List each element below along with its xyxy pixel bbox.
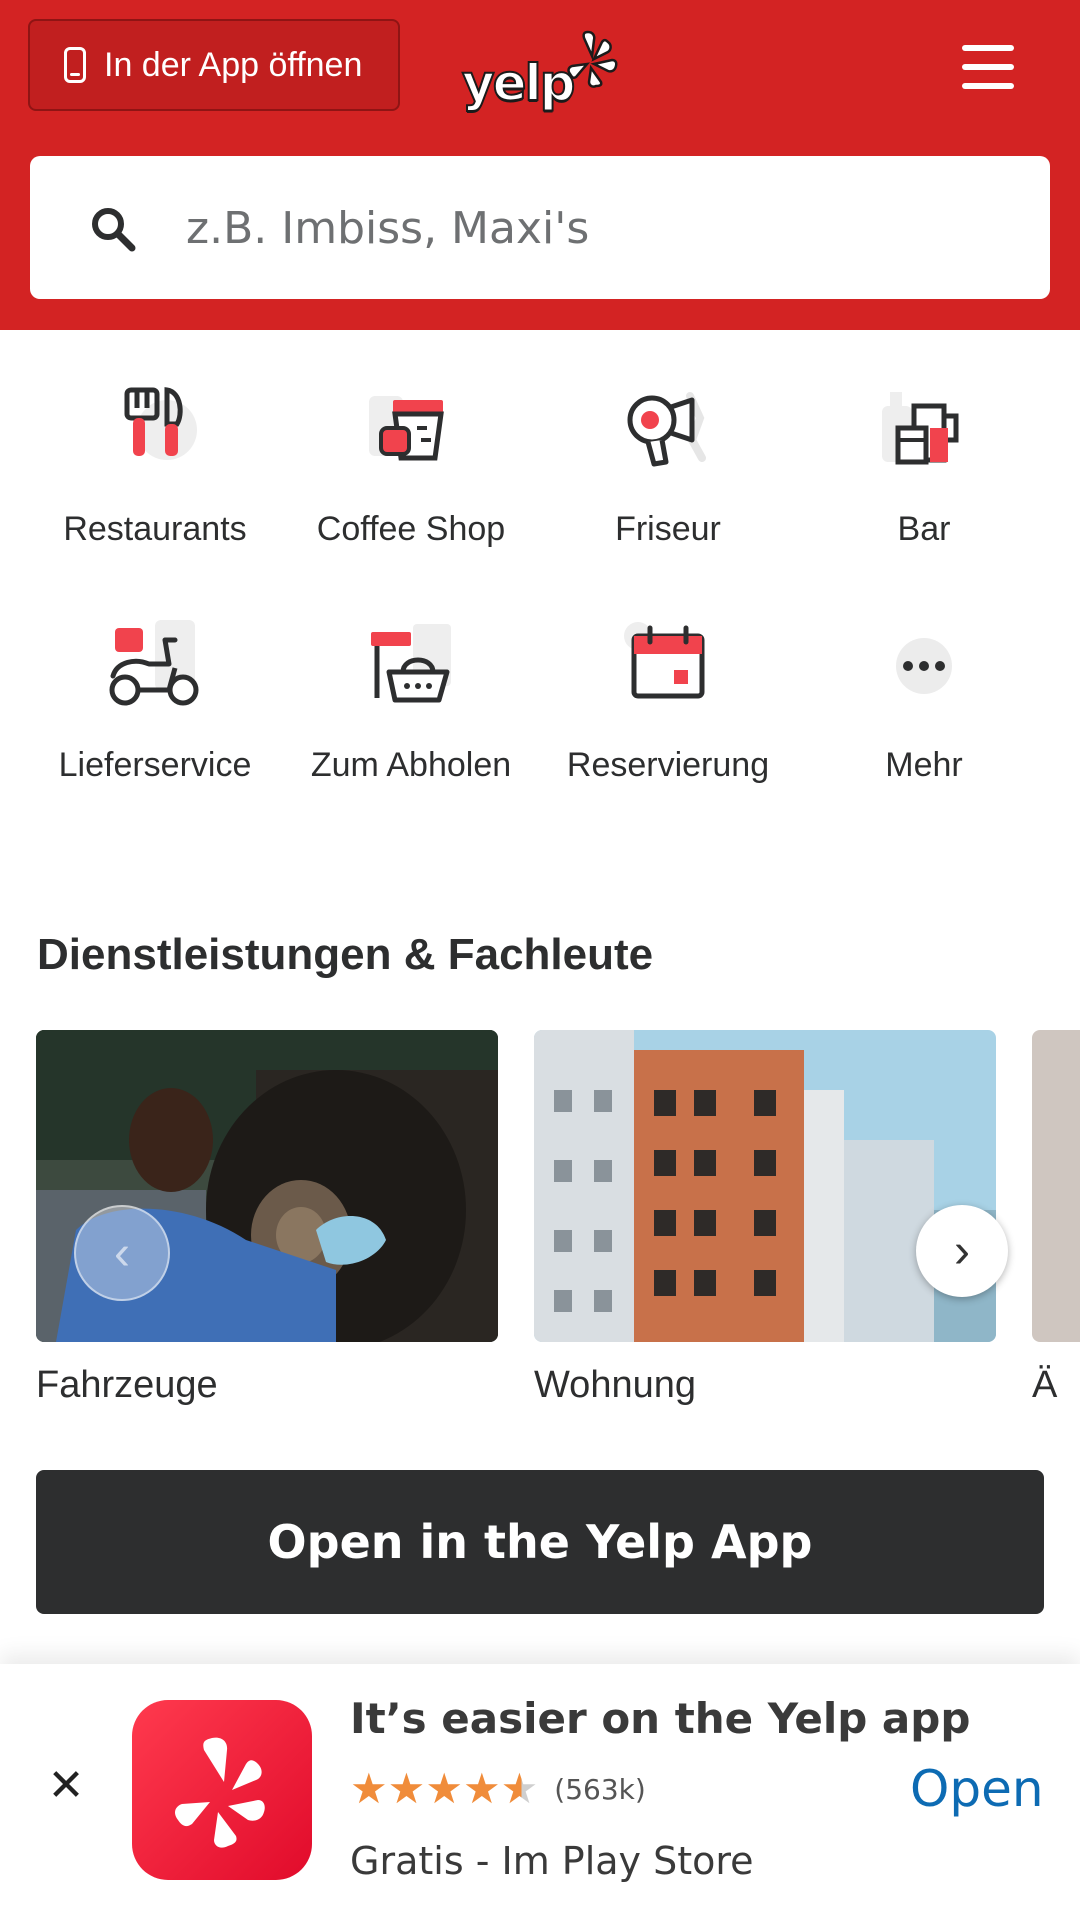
yelp-logo[interactable]: yelp xyxy=(461,24,622,114)
hamburger-menu-icon[interactable] xyxy=(962,45,1020,93)
open-in-app-label: In der App öffnen xyxy=(104,45,363,84)
category-label: Mehr xyxy=(885,746,963,784)
close-icon[interactable]: ✕ xyxy=(44,1764,88,1808)
scooter-icon xyxy=(109,620,199,706)
category-label: Reservierung xyxy=(566,746,770,784)
service-label: Fahrzeuge xyxy=(36,1364,218,1406)
star-icon: ★ xyxy=(425,1765,463,1812)
category-bar[interactable]: Bar xyxy=(796,370,1052,549)
service-image-wohnung xyxy=(534,1030,996,1342)
section-title: Dienstleistungen & Fachleute xyxy=(37,930,654,979)
category-restaurants[interactable]: Restaurants xyxy=(27,370,283,549)
category-lieferservice[interactable]: Lieferservice xyxy=(27,606,283,785)
category-mehr[interactable]: Mehr xyxy=(796,606,1052,785)
category-label: Lieferservice xyxy=(58,746,252,784)
phone-icon xyxy=(64,47,86,83)
service-card-wohnung[interactable]: Wohnung xyxy=(534,1030,996,1407)
coffee-cup-icon xyxy=(369,396,444,461)
category-label: Bar xyxy=(897,510,951,548)
calendar-icon xyxy=(624,622,705,699)
star-icon: ★ xyxy=(350,1765,388,1812)
star-icon: ★ xyxy=(387,1765,426,1812)
search-icon xyxy=(92,208,136,252)
banner-title: It’s easier on the Yelp app xyxy=(350,1694,971,1743)
search-bar xyxy=(30,156,1050,301)
utensils-icon xyxy=(124,387,197,460)
open-in-yelp-app-button[interactable]: Open in the Yelp App xyxy=(36,1470,1044,1614)
yelp-app-icon xyxy=(132,1700,312,1880)
chevron-right-icon: › xyxy=(954,1224,970,1278)
half-star-icon: ★ xyxy=(500,1765,539,1812)
more-dots-icon xyxy=(896,638,952,694)
category-label: Restaurants xyxy=(63,510,247,548)
banner-subtitle: Gratis - Im Play Store xyxy=(350,1839,754,1883)
open-in-app-button[interactable]: In der App öffnen xyxy=(28,19,400,111)
services-carousel: Fahrzeuge Wohnung Ä ‹ › xyxy=(0,1030,1080,1430)
category-zum-abholen[interactable]: Zum Abholen xyxy=(283,606,539,785)
service-card-partial[interactable]: Ä xyxy=(1032,1030,1080,1407)
banner-open-button[interactable]: Open xyxy=(910,1760,1044,1818)
search-input[interactable] xyxy=(184,156,1008,301)
service-image-partial xyxy=(1032,1030,1080,1342)
category-coffee-shop[interactable]: Coffee Shop xyxy=(283,370,539,549)
category-label: Zum Abholen xyxy=(310,746,512,784)
star-icon: ★ xyxy=(462,1765,501,1812)
service-label: Ä xyxy=(1032,1364,1058,1406)
header: In der App öffnen yelp xyxy=(0,0,1080,330)
chevron-left-icon: ‹ xyxy=(114,1226,130,1280)
carousel-next-button[interactable]: › xyxy=(916,1205,1008,1297)
takeout-basket-icon xyxy=(371,624,451,703)
review-count: (563k) xyxy=(554,1772,646,1806)
service-label: Wohnung xyxy=(534,1364,696,1406)
carousel-prev-button[interactable]: ‹ xyxy=(74,1205,170,1301)
category-label: Coffee Shop xyxy=(316,510,506,548)
beer-mug-icon xyxy=(882,392,959,465)
hair-dryer-icon xyxy=(627,392,706,467)
category-friseur[interactable]: Friseur xyxy=(540,370,796,549)
rating-stars: ★ ★ ★ ★ ★ (563k) xyxy=(350,1768,646,1810)
yelp-burst-icon xyxy=(567,30,618,88)
app-install-banner: ✕ It’s easier on the Yelp app ★ ★ ★ ★ ★ … xyxy=(0,1664,1080,1920)
category-label: Friseur xyxy=(615,510,721,548)
category-reservierung[interactable]: Reservierung xyxy=(540,606,796,785)
logo-text: yelp xyxy=(461,53,576,113)
